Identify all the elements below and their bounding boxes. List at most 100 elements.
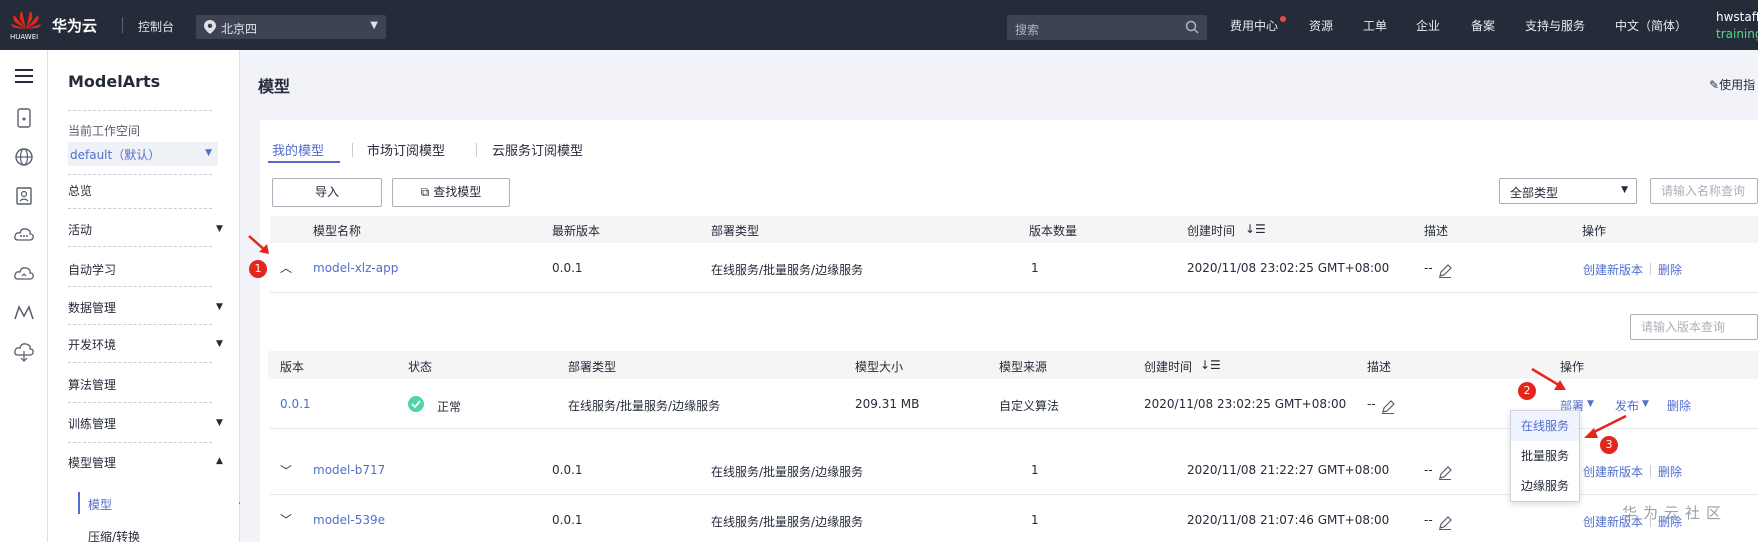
sort-icon[interactable]: ↓☰ xyxy=(1245,222,1266,236)
chevron-down-icon: ▼ xyxy=(1587,399,1594,409)
device-icon[interactable] xyxy=(13,107,35,129)
nav-resources[interactable]: 资源 xyxy=(1309,17,1333,34)
edit-icon[interactable] xyxy=(1438,516,1452,533)
tab-separator xyxy=(352,143,353,157)
description: -- xyxy=(1424,513,1433,527)
nav-filing[interactable]: 备案 xyxy=(1471,17,1495,34)
sort-icon[interactable]: ↓☰ xyxy=(1200,358,1221,372)
op-separator xyxy=(1650,263,1651,275)
globe-icon[interactable] xyxy=(13,146,35,168)
name-search-input[interactable]: 请输入名称查询 xyxy=(1650,178,1758,204)
chevron-down-icon: ▼ xyxy=(216,224,223,234)
brand-name[interactable]: 华为云 xyxy=(52,15,97,36)
menu-item-model-management[interactable]: 模型管理 xyxy=(68,454,116,471)
chevron-down-icon[interactable]: ﹀ xyxy=(280,511,292,528)
edit-icon[interactable] xyxy=(1438,264,1452,281)
user-guide-label: 使用指 xyxy=(1719,78,1756,92)
chevron-down-icon: ▼ xyxy=(1642,399,1649,409)
search-placeholder: 搜索 xyxy=(1015,23,1040,37)
workspace-label: 当前工作空间 xyxy=(68,124,141,138)
nav-billing[interactable]: 费用中心 xyxy=(1230,17,1278,34)
sub-delete-link[interactable]: 删除 xyxy=(1667,397,1691,414)
side-menu: ModelArts 当前工作空间 default（默认） ▼ 总览 活动 ▼ 自… xyxy=(48,50,243,542)
latest-version: 0.0.1 xyxy=(552,513,583,527)
user-guide-link[interactable]: ✎使用指 xyxy=(1709,76,1755,93)
nav-tickets[interactable]: 工单 xyxy=(1363,17,1387,34)
description: -- xyxy=(1424,261,1433,275)
chevron-down-icon[interactable]: ﹀ xyxy=(280,462,292,479)
type-select[interactable]: 全部类型 ▼ xyxy=(1499,178,1637,204)
create-new-version-link[interactable]: 创建新版本 xyxy=(1583,261,1643,278)
menu-separator xyxy=(68,286,212,287)
option-edge-service[interactable]: 边缘服务 xyxy=(1511,471,1579,501)
delete-link[interactable]: 删除 xyxy=(1658,261,1682,278)
submenu-item-model[interactable]: 模型 xyxy=(88,496,112,513)
menu-item-data-management[interactable]: 数据管理 xyxy=(68,299,116,316)
deploy-dropdown-menu: 在线服务 批量服务 边缘服务 xyxy=(1510,410,1580,502)
col-sub-created-time[interactable]: 创建时间 xyxy=(1144,358,1192,375)
user-account[interactable]: training xyxy=(1716,27,1758,41)
cloud-icon[interactable] xyxy=(13,263,35,285)
menu-item-training-management[interactable]: 训练管理 xyxy=(68,415,116,432)
menu-item-auto-learning[interactable]: 自动学习 xyxy=(68,261,116,278)
menu-hamburger-icon[interactable] xyxy=(13,65,35,87)
tab-cloud-subscribed[interactable]: 云服务订阅模型 xyxy=(492,140,583,159)
menu-separator xyxy=(68,362,212,363)
menu-separator xyxy=(68,208,212,209)
find-model-button[interactable]: ⧉ 查找模型 xyxy=(392,178,510,207)
col-model-name: 模型名称 xyxy=(313,224,362,238)
search-icon[interactable] xyxy=(1185,20,1199,37)
chevron-down-icon: ▼ xyxy=(216,302,223,312)
model-name-link[interactable]: model-539e xyxy=(313,513,385,527)
chevron-down-icon: ▼ xyxy=(216,418,223,428)
menu-item-algorithm-management[interactable]: 算法管理 xyxy=(68,376,116,393)
chevron-up-icon: ▲ xyxy=(216,456,223,466)
nav-language[interactable]: 中文（简体） xyxy=(1615,17,1687,34)
cloud-sync-icon[interactable] xyxy=(13,341,35,363)
col-sub-deploy-type: 部署类型 xyxy=(568,360,617,374)
delete-link[interactable]: 删除 xyxy=(1658,463,1682,480)
sub-description: -- xyxy=(1367,397,1376,411)
option-batch-service[interactable]: 批量服务 xyxy=(1511,441,1579,471)
status-text: 正常 xyxy=(437,400,462,414)
edit-icon[interactable] xyxy=(1381,400,1395,417)
menu-item-activities[interactable]: 活动 xyxy=(68,221,92,238)
username[interactable]: hwstaff xyxy=(1716,10,1758,24)
cloud-dots-icon[interactable] xyxy=(13,224,35,246)
menu-item-dev-environment[interactable]: 开发环境 xyxy=(68,336,116,353)
profile-card-icon[interactable] xyxy=(13,185,35,207)
col-latest-version: 最新版本 xyxy=(552,224,601,238)
col-created-time[interactable]: 创建时间 xyxy=(1187,222,1235,239)
tab-my-models[interactable]: 我的模型 xyxy=(272,140,324,159)
notification-dot xyxy=(1280,16,1286,22)
menu-item-overview[interactable]: 总览 xyxy=(68,182,92,199)
global-search-input[interactable]: 搜索 xyxy=(1007,15,1207,40)
nav-support[interactable]: 支持与服务 xyxy=(1525,17,1585,34)
tab-separator xyxy=(476,143,477,157)
create-new-version-link[interactable]: 创建新版本 xyxy=(1583,463,1643,480)
col-deploy-type: 部署类型 xyxy=(711,224,760,238)
tab-market-subscribed[interactable]: 市场订阅模型 xyxy=(367,140,445,159)
model-name-link[interactable]: model-xlz-app xyxy=(313,261,398,275)
console-link[interactable]: 控制台 xyxy=(138,18,174,35)
model-name-link[interactable]: model-b717 xyxy=(313,463,385,477)
latest-version: 0.0.1 xyxy=(552,261,583,275)
option-online-service[interactable]: 在线服务 xyxy=(1511,411,1579,441)
annotation-badge-1: 1 xyxy=(249,260,267,278)
workspace-select[interactable]: default（默认） ▼ xyxy=(68,142,218,166)
version-link[interactable]: 0.0.1 xyxy=(280,397,311,411)
annotation-arrow-2 xyxy=(1531,367,1566,390)
modelarts-icon[interactable] xyxy=(13,302,35,324)
chevron-down-icon: ▼ xyxy=(370,20,378,31)
region-select[interactable]: 北京四 ▼ xyxy=(196,15,386,39)
submenu-item-compress-convert[interactable]: 压缩/转换 xyxy=(88,528,140,542)
version-search-input[interactable]: 请输入版本查询 xyxy=(1630,314,1758,340)
deploy-type: 在线服务/批量服务/边缘服务 xyxy=(711,263,864,277)
menu-separator xyxy=(68,110,212,111)
import-button[interactable]: 导入 xyxy=(272,178,382,207)
nav-enterprise[interactable]: 企业 xyxy=(1416,17,1440,34)
chevron-down-icon: ▼ xyxy=(1621,185,1628,195)
chevron-down-icon: ▼ xyxy=(216,339,223,349)
watermark: 华为云社区 xyxy=(1622,504,1728,522)
edit-icon[interactable] xyxy=(1438,466,1452,483)
